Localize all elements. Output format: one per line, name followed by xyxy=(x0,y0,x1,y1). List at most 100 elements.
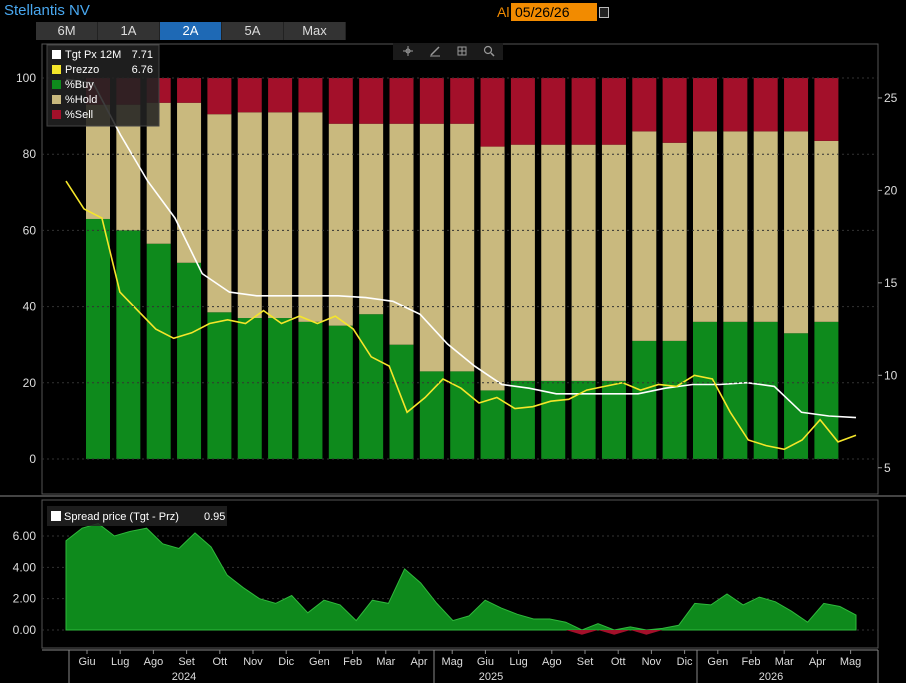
spread-legend-box xyxy=(47,506,227,526)
tab-2a[interactable]: 2A xyxy=(160,22,222,40)
right-tick-label: 25 xyxy=(884,91,898,105)
bar-sell xyxy=(177,78,202,103)
bar-buy xyxy=(814,321,839,459)
x-month-label: Gen xyxy=(707,656,728,668)
bar-buy xyxy=(753,321,778,459)
x-year-label: 2026 xyxy=(759,671,783,683)
spread-tick-label: 6.00 xyxy=(13,529,37,543)
main-plot-frame xyxy=(41,43,879,495)
bar-hold xyxy=(359,123,384,315)
page-title: Stellantis NV xyxy=(4,2,90,19)
x-month-label: Ago xyxy=(542,656,562,668)
x-month-label: Set xyxy=(178,656,195,668)
chart-toolbar xyxy=(393,43,503,60)
x-month-label: Nov xyxy=(642,656,662,668)
spread-legend-label: Spread price (Tgt - Prz) xyxy=(64,511,179,523)
spread-tick-label: 4.00 xyxy=(13,560,37,574)
bar-buy xyxy=(480,390,505,459)
x-month-label: Dic xyxy=(278,656,294,668)
x-month-label: Giu xyxy=(78,656,95,668)
toolbar-background xyxy=(393,43,503,60)
bar-hold xyxy=(723,131,748,322)
line-prezzo xyxy=(65,180,857,451)
bar-hold xyxy=(601,144,626,381)
bar-buy xyxy=(177,262,202,459)
bar-buy xyxy=(723,321,748,459)
price-lines xyxy=(65,78,857,451)
bar-hold xyxy=(237,112,262,319)
tab-5a[interactable]: 5A xyxy=(222,22,284,40)
bar-sell xyxy=(601,78,626,145)
bar-sell xyxy=(784,78,809,132)
x-year-label: 2025 xyxy=(479,671,503,683)
bar-buy xyxy=(298,321,323,459)
line-tgt-px-12m xyxy=(65,78,857,419)
left-tick-label: 20 xyxy=(23,376,37,390)
chart-canvas[interactable]: 020406080100510152025 0.002.004.006.00 G… xyxy=(0,0,906,683)
bar-buy xyxy=(207,312,232,459)
bar-buy xyxy=(632,340,657,459)
legend-swatch xyxy=(52,110,61,119)
bar-hold xyxy=(753,131,778,322)
right-tick-label: 20 xyxy=(884,183,898,197)
bar-buy xyxy=(510,380,535,459)
bar-buy xyxy=(146,243,171,459)
bar-sell xyxy=(237,78,262,113)
x-month-label: Set xyxy=(577,656,594,668)
left-tick-label: 100 xyxy=(16,71,36,85)
zoom-icon[interactable] xyxy=(483,45,495,57)
tab-6m[interactable]: 6M xyxy=(36,22,98,40)
bar-sell xyxy=(86,78,110,105)
spread-tick-label: 0.00 xyxy=(13,623,37,637)
left-tick-label: 40 xyxy=(23,300,37,314)
pencil-icon[interactable] xyxy=(430,46,440,57)
date-input[interactable]: 05/26/26 xyxy=(511,3,597,21)
bar-sell xyxy=(116,78,141,105)
bar-hold xyxy=(814,140,839,322)
right-tick-label: 5 xyxy=(884,461,891,475)
calendar-icon[interactable] xyxy=(599,6,609,18)
x-month-label: Mar xyxy=(775,656,794,668)
legend-value: 7.71 xyxy=(132,49,153,61)
bar-hold xyxy=(389,123,414,345)
x-month-label: Feb xyxy=(742,656,761,668)
bar-buy xyxy=(784,333,809,459)
bar-sell xyxy=(571,78,596,145)
left-tick-label: 60 xyxy=(23,223,37,237)
legend-value: 6.76 xyxy=(132,64,153,76)
bar-hold xyxy=(450,123,475,372)
bar-sell xyxy=(753,78,778,132)
bar-sell xyxy=(480,78,505,147)
legend-label: %Buy xyxy=(65,79,94,91)
bar-sell xyxy=(389,78,414,124)
date-selector[interactable]: Al 05/26/26 xyxy=(497,3,609,21)
spread-legend-value: 0.95 xyxy=(204,511,225,523)
bar-hold xyxy=(146,102,171,244)
crosshair-icon[interactable] xyxy=(403,46,413,56)
bar-buy xyxy=(116,230,141,459)
x-month-label: Mar xyxy=(376,656,395,668)
bar-hold xyxy=(298,112,323,322)
legend-label: Tgt Px 12M xyxy=(65,49,121,61)
legend-swatch xyxy=(52,65,61,74)
bar-buy xyxy=(359,314,384,459)
x-month-label: Ott xyxy=(611,656,626,668)
bar-buy xyxy=(86,218,110,459)
bar-hold xyxy=(419,123,444,372)
tab-max[interactable]: Max xyxy=(284,22,346,40)
bar-hold xyxy=(571,144,596,381)
tab-1a[interactable]: 1A xyxy=(98,22,160,40)
table-icon[interactable] xyxy=(457,46,467,56)
bar-hold xyxy=(268,112,293,319)
x-month-label: Apr xyxy=(809,656,826,668)
bottom-legend: Spread price (Tgt - Prz) 0.95 xyxy=(47,506,227,526)
bar-buy xyxy=(268,318,293,459)
bar-hold xyxy=(86,104,110,219)
bar-hold xyxy=(480,146,505,391)
x-month-label: Nov xyxy=(243,656,263,668)
legend-label: Prezzo xyxy=(65,64,99,76)
bar-sell xyxy=(814,78,839,141)
legend-label: %Sell xyxy=(65,109,93,121)
bar-sell xyxy=(419,78,444,124)
spread-tick-label: 2.00 xyxy=(13,592,37,606)
